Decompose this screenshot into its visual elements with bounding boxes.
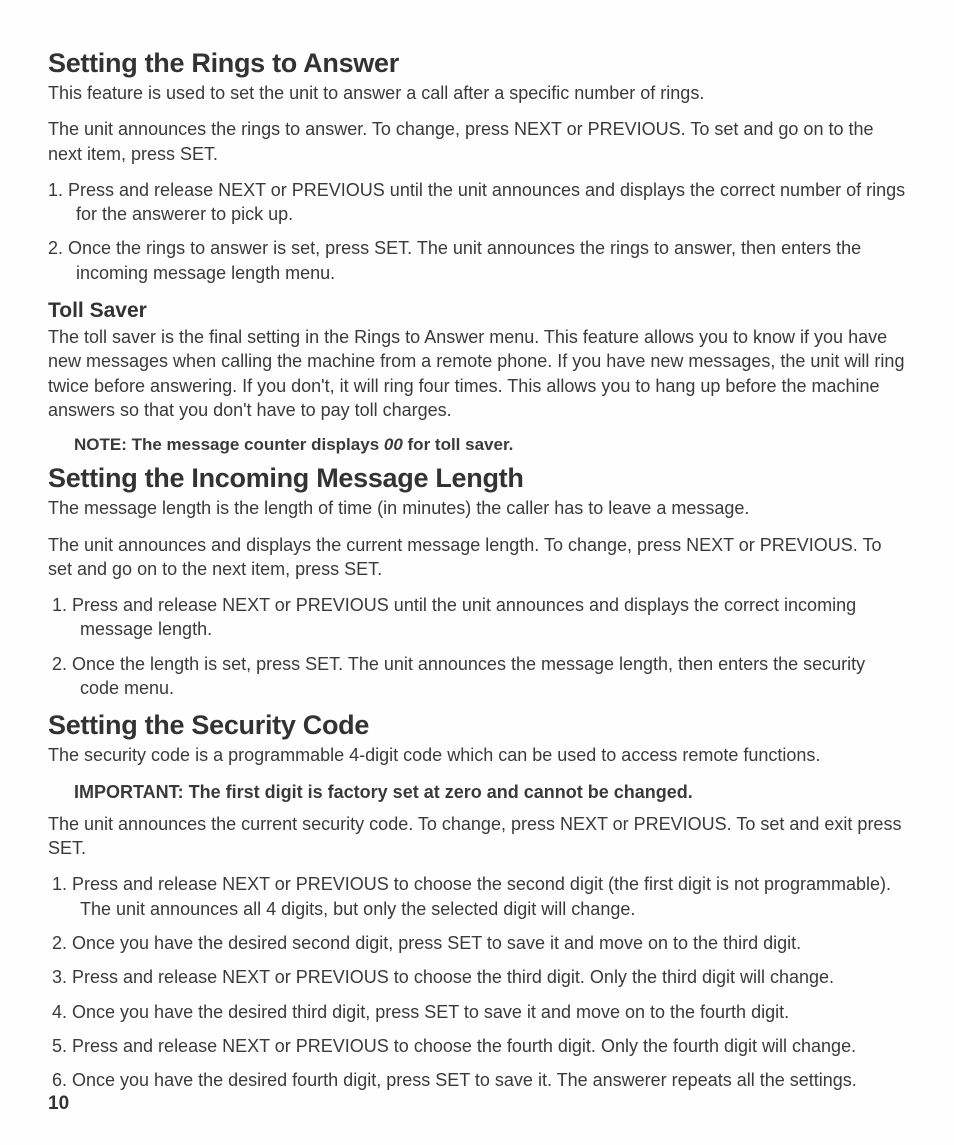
list-item: 2. Once the rings to answer is set, pres… bbox=[48, 236, 906, 285]
paragraph: This feature is used to set the unit to … bbox=[48, 81, 906, 105]
list-item: 4. Once you have the desired third digit… bbox=[48, 1000, 906, 1024]
section-rings-to-answer: Setting the Rings to Answer This feature… bbox=[48, 48, 906, 457]
list-item: 2. Once the length is set, press SET. Th… bbox=[48, 652, 906, 701]
heading-message-length: Setting the Incoming Message Length bbox=[48, 463, 906, 494]
heading-security-code: Setting the Security Code bbox=[48, 710, 906, 741]
list-item: 3. Press and release NEXT or PREVIOUS to… bbox=[48, 965, 906, 989]
subheading-toll-saver: Toll Saver bbox=[48, 299, 906, 323]
paragraph: The security code is a programmable 4-di… bbox=[48, 743, 906, 767]
steps-list: 1. Press and release NEXT or PREVIOUS un… bbox=[48, 593, 906, 700]
paragraph: The unit announces the current security … bbox=[48, 812, 906, 861]
list-item: 1. Press and release NEXT or PREVIOUS un… bbox=[48, 178, 906, 227]
list-item: 5. Press and release NEXT or PREVIOUS to… bbox=[48, 1034, 906, 1058]
paragraph: The toll saver is the final setting in t… bbox=[48, 325, 906, 422]
page-number: 10 bbox=[48, 1093, 69, 1115]
important-note: IMPORTANT: The first digit is factory se… bbox=[48, 780, 906, 804]
heading-rings-to-answer: Setting the Rings to Answer bbox=[48, 48, 906, 79]
list-item: 1. Press and release NEXT or PREVIOUS to… bbox=[48, 872, 906, 921]
paragraph: The unit announces the rings to answer. … bbox=[48, 117, 906, 166]
section-message-length: Setting the Incoming Message Length The … bbox=[48, 463, 906, 700]
list-item: 2. Once you have the desired second digi… bbox=[48, 931, 906, 955]
steps-list: 1. Press and release NEXT or PREVIOUS to… bbox=[48, 872, 906, 1092]
steps-list: 1. Press and release NEXT or PREVIOUS un… bbox=[48, 178, 906, 285]
list-item: 1. Press and release NEXT or PREVIOUS un… bbox=[48, 593, 906, 642]
section-security-code: Setting the Security Code The security c… bbox=[48, 710, 906, 1092]
note-toll-saver: NOTE: The message counter displays 00 fo… bbox=[48, 434, 906, 457]
paragraph: The message length is the length of time… bbox=[48, 496, 906, 520]
paragraph: The unit announces and displays the curr… bbox=[48, 533, 906, 582]
list-item: 6. Once you have the desired fourth digi… bbox=[48, 1068, 906, 1092]
